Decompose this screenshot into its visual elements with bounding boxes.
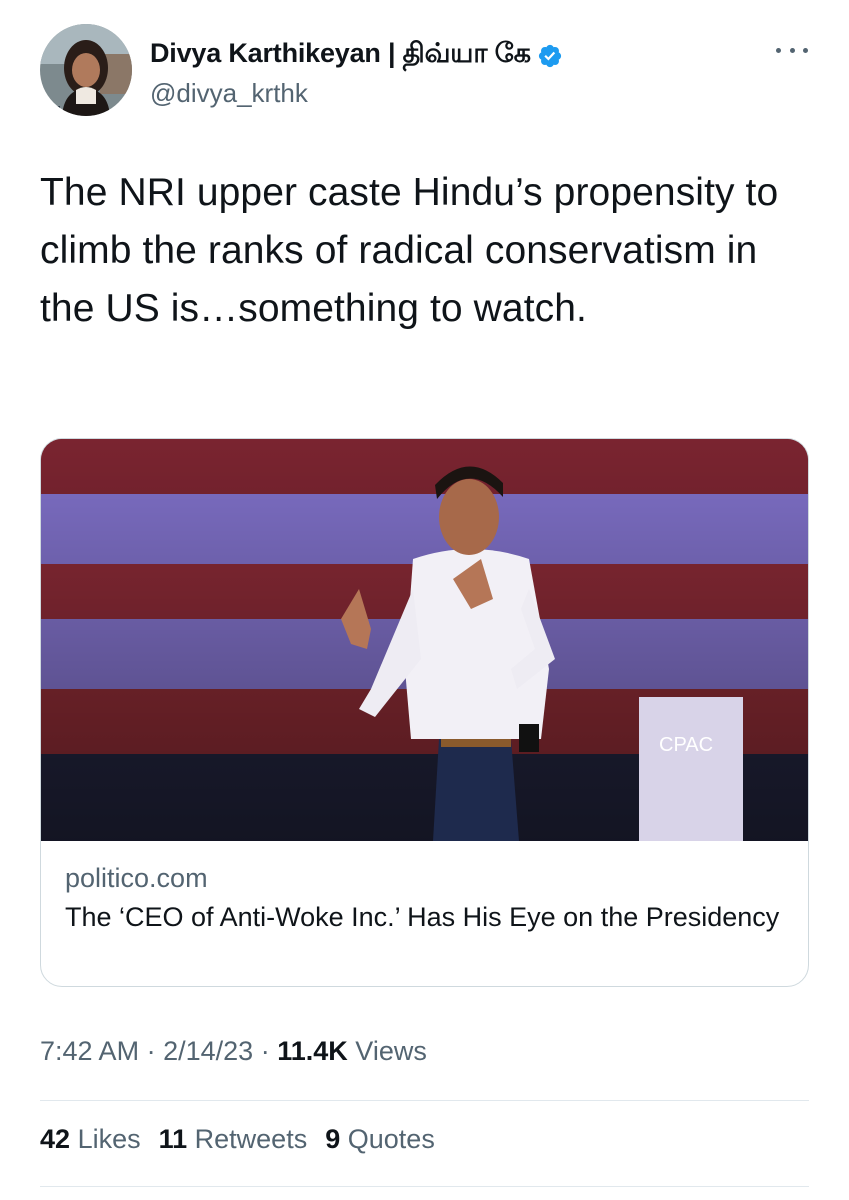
divider [40,1100,809,1101]
quotes-label: Quotes [347,1124,435,1154]
link-preview-image: CPAC [41,439,808,841]
author-avatar[interactable] [40,24,132,116]
quotes-stat[interactable]: 9 Quotes [325,1124,435,1155]
meta-separator: · [260,1036,270,1066]
divider [40,1186,809,1187]
author-name-row: Divya Karthikeyan | திவ்யா கே [150,38,563,73]
more-dot [789,47,795,53]
tweet-meta: 7:42 AM · 2/14/23 · 11.4K Views [40,1036,427,1067]
retweets-label: Retweets [194,1124,308,1154]
likes-stat[interactable]: 42 Likes [40,1124,141,1155]
views-count: 11.4K [277,1036,348,1066]
tweet-date[interactable]: 2/14/23 [163,1036,253,1066]
likes-count: 42 [40,1124,71,1154]
avatar-photo [40,24,132,116]
engagement-stats: 42 Likes 11 Retweets 9 Quotes [40,1124,435,1155]
views-label: Views [355,1036,427,1066]
more-options-icon[interactable] [776,38,808,62]
author-handle[interactable]: @divya_krthk [150,78,308,109]
meta-separator: · [146,1036,156,1066]
quotes-count: 9 [325,1124,341,1154]
retweets-count: 11 [158,1124,188,1154]
verified-badge-icon [537,43,563,69]
link-domain: politico.com [65,863,208,893]
retweets-stat[interactable]: 11 Retweets [159,1124,308,1155]
link-title: The ‘CEO of Anti-Woke Inc.’ Has His Eye … [65,902,780,932]
more-dot [776,47,781,53]
author-display-name[interactable]: Divya Karthikeyan | திவ்யா கே [150,38,531,73]
cpac-sign-text: CPAC [659,734,713,756]
link-preview-card[interactable]: CPAC politico.com The ‘CEO of Anti-Woke … [40,438,809,987]
tweet-time[interactable]: 7:42 AM [40,1036,139,1066]
more-dot [803,47,808,53]
likes-label: Likes [77,1124,141,1154]
tweet-text: The NRI upper caste Hindu’s propensity t… [40,171,779,330]
